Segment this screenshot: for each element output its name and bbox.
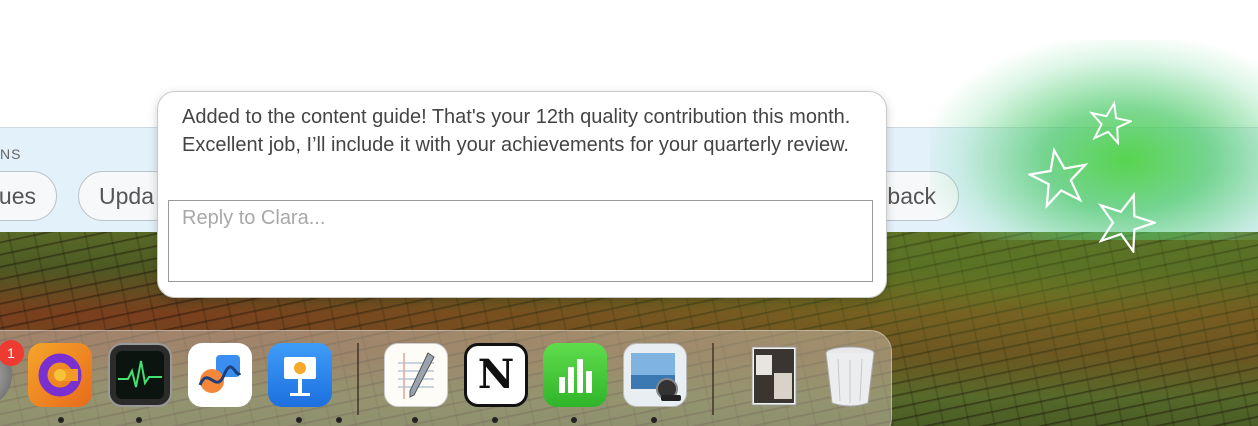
notion-icon[interactable]: N [464,343,528,407]
banner-section-label: NS [0,146,22,162]
sparkle-icon [1088,101,1132,145]
dock-separator [357,343,359,415]
running-indicator [492,417,498,423]
cursor-app-icon[interactable] [28,343,92,407]
reply-input[interactable] [168,200,873,282]
running-indicator [58,417,64,423]
message-popup: Added to the content guide! That's your … [157,91,887,298]
downloads-stack-icon[interactable] [740,343,804,407]
preview-icon[interactable] [623,343,687,407]
textedit-icon[interactable] [384,343,448,407]
freeform-icon[interactable] [188,343,252,407]
banner-pill-label: back [887,182,936,209]
sparkle-icon [1097,192,1156,253]
running-indicator [571,417,577,423]
keynote-icon[interactable] [268,343,332,407]
dock-separator [712,343,714,415]
message-text: Added to the content guide! That's your … [182,106,851,156]
banner-pill-label: ues [0,182,36,209]
sparkle-icon [1028,147,1089,209]
running-indicator [651,417,657,423]
banner-pill-label: Upda [99,182,154,209]
running-indicator [296,417,302,423]
running-indicator [336,417,342,423]
activity-monitor-icon[interactable] [108,343,172,407]
trash-icon[interactable] [818,343,882,407]
numbers-icon[interactable] [543,343,607,407]
running-indicator [136,417,142,423]
banner-pill-button[interactable]: ues [0,171,57,221]
running-indicator [412,417,418,423]
